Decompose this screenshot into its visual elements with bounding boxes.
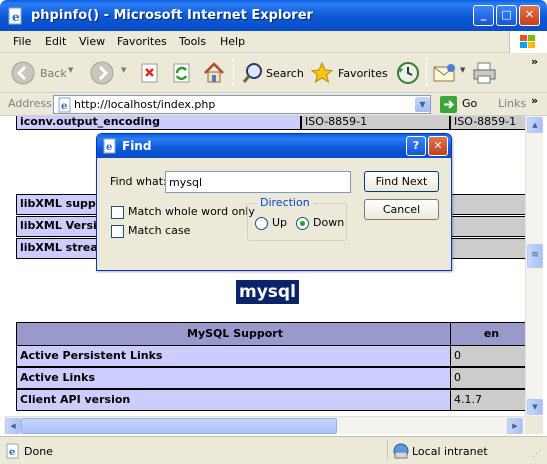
- vertical-scroll-thumb[interactable]: ≡: [527, 244, 543, 268]
- search-label[interactable]: Search: [266, 67, 304, 80]
- mail-icon[interactable]: [432, 62, 458, 84]
- history-icon[interactable]: [396, 61, 420, 85]
- maximize-button[interactable]: □: [496, 5, 517, 26]
- direction-label: Direction: [257, 196, 313, 209]
- match-case-label[interactable]: Match case: [128, 224, 190, 237]
- page-icon: e: [58, 97, 71, 113]
- direction-down-radio[interactable]: [296, 217, 309, 230]
- find-what-input[interactable]: mysql: [165, 171, 351, 193]
- table-row-key: Client API version: [16, 389, 451, 411]
- menu-view[interactable]: View: [79, 35, 105, 48]
- print-icon[interactable]: [472, 61, 498, 85]
- status-divider: [387, 440, 388, 460]
- address-dropdown-icon[interactable]: ▼: [415, 97, 430, 112]
- direction-down-label[interactable]: Down: [313, 216, 344, 229]
- windows-logo-icon: [509, 31, 547, 53]
- table-row-key: Active Links: [16, 367, 451, 389]
- back-dropdown-icon[interactable]: ▼: [68, 66, 73, 74]
- table-row-value: 4.1.7: [450, 389, 525, 411]
- address-url: http://localhost/index.php: [74, 98, 216, 111]
- table-header: MySQL Support: [16, 322, 451, 346]
- window-title: phpinfo() - Microsoft Internet Explorer: [31, 8, 313, 23]
- menu-help[interactable]: Help: [220, 35, 245, 48]
- search-icon[interactable]: [241, 61, 265, 85]
- section-heading-mysql: mysql: [236, 280, 299, 304]
- address-label: Address: [8, 97, 52, 110]
- table-row-value: [450, 238, 525, 259]
- dialog-close-button[interactable]: ✕: [428, 136, 448, 156]
- horizontal-scrollbar[interactable]: ◀ ▶: [4, 416, 525, 434]
- stop-icon[interactable]: [140, 63, 160, 83]
- match-case-checkbox[interactable]: [111, 225, 124, 238]
- address-input[interactable]: e http://localhost/index.php ▼: [53, 95, 431, 114]
- table-row-key: iconv.output_encoding: [16, 116, 301, 130]
- toolbar: Back ▼ ▼ Search Favorites ▼ »: [0, 53, 547, 93]
- scroll-right-arrow-icon[interactable]: ▶: [507, 418, 523, 434]
- resize-grip-icon[interactable]: ⋰: [532, 449, 541, 459]
- svg-text:e: e: [9, 447, 15, 458]
- links-overflow-chevron-icon[interactable]: »: [531, 94, 538, 107]
- menu-tools[interactable]: Tools: [179, 35, 206, 48]
- toolbar-overflow-chevron-icon[interactable]: »: [531, 55, 538, 68]
- match-whole-word-label[interactable]: Match whole word only: [128, 205, 255, 218]
- local-intranet-icon: [393, 443, 409, 459]
- toolbar-separator: [233, 58, 234, 86]
- find-dialog: e Find ? ✕ Find what: mysql Match whole …: [96, 133, 452, 271]
- address-bar: Address e http://localhost/index.php ▼ G…: [0, 93, 547, 116]
- svg-text:e: e: [12, 10, 20, 24]
- minimize-button[interactable]: _: [473, 5, 494, 26]
- match-whole-word-checkbox[interactable]: [111, 206, 124, 219]
- status-text: Done: [24, 445, 53, 458]
- svg-text:e: e: [106, 142, 112, 153]
- find-dialog-title: Find: [122, 139, 152, 153]
- scroll-up-arrow-icon[interactable]: ▲: [527, 117, 543, 133]
- go-arrow-icon[interactable]: [440, 96, 457, 113]
- favorites-star-icon[interactable]: [310, 61, 334, 85]
- mail-dropdown-icon[interactable]: ▼: [460, 66, 465, 74]
- find-what-label: Find what:: [110, 175, 167, 188]
- find-next-button[interactable]: Find Next: [364, 171, 439, 192]
- menu-favorites[interactable]: Favorites: [117, 35, 167, 48]
- ie-document-icon: e: [8, 7, 22, 25]
- vertical-scrollbar[interactable]: ▲ ≡ ▼: [525, 116, 543, 416]
- back-label[interactable]: Back: [40, 67, 67, 80]
- table-row-value: [450, 194, 525, 215]
- table-row-value: 0: [450, 367, 525, 389]
- toolbar-separator: [426, 58, 427, 86]
- scroll-down-arrow-icon[interactable]: ▼: [527, 399, 543, 415]
- horizontal-scroll-thumb[interactable]: [21, 418, 337, 434]
- scroll-corner: [525, 416, 543, 434]
- favorites-label[interactable]: Favorites: [338, 67, 388, 80]
- table-row-value: [450, 216, 525, 237]
- table-header: en: [450, 322, 525, 346]
- table-row-value: ISO-8859-1: [450, 116, 525, 130]
- scroll-left-arrow-icon[interactable]: ◀: [5, 418, 21, 434]
- forward-arrow-icon[interactable]: [90, 61, 114, 85]
- links-button[interactable]: Links: [498, 97, 526, 110]
- page-done-icon: e: [6, 443, 19, 459]
- close-button[interactable]: ✕: [519, 5, 540, 26]
- status-bar: e Done Local intranet ⋰: [0, 436, 547, 464]
- title-bar: e phpinfo() - Microsoft Internet Explore…: [0, 0, 547, 31]
- table-row-value: 0: [450, 345, 525, 367]
- menu-file[interactable]: File: [13, 35, 31, 48]
- menu-edit[interactable]: Edit: [45, 35, 66, 48]
- security-zone-text: Local intranet: [412, 445, 488, 458]
- radio-selected-dot: [300, 221, 305, 226]
- back-arrow-icon[interactable]: [11, 61, 35, 85]
- cancel-button[interactable]: Cancel: [364, 199, 439, 220]
- direction-up-label[interactable]: Up: [272, 216, 287, 229]
- direction-up-radio[interactable]: [255, 217, 268, 230]
- find-dialog-title-bar[interactable]: e Find ? ✕: [97, 134, 451, 158]
- refresh-icon[interactable]: [172, 63, 192, 83]
- forward-dropdown-icon[interactable]: ▼: [121, 66, 126, 74]
- home-icon[interactable]: [202, 61, 226, 85]
- svg-text:e: e: [61, 101, 67, 112]
- table-row-key: Active Persistent Links: [16, 345, 451, 367]
- ie-dialog-icon: e: [103, 138, 116, 154]
- help-button[interactable]: ?: [406, 136, 426, 156]
- go-button[interactable]: Go: [462, 97, 477, 110]
- menu-bar: File Edit View Favorites Tools Help: [0, 31, 547, 53]
- table-row-value: ISO-8859-1: [301, 116, 450, 130]
